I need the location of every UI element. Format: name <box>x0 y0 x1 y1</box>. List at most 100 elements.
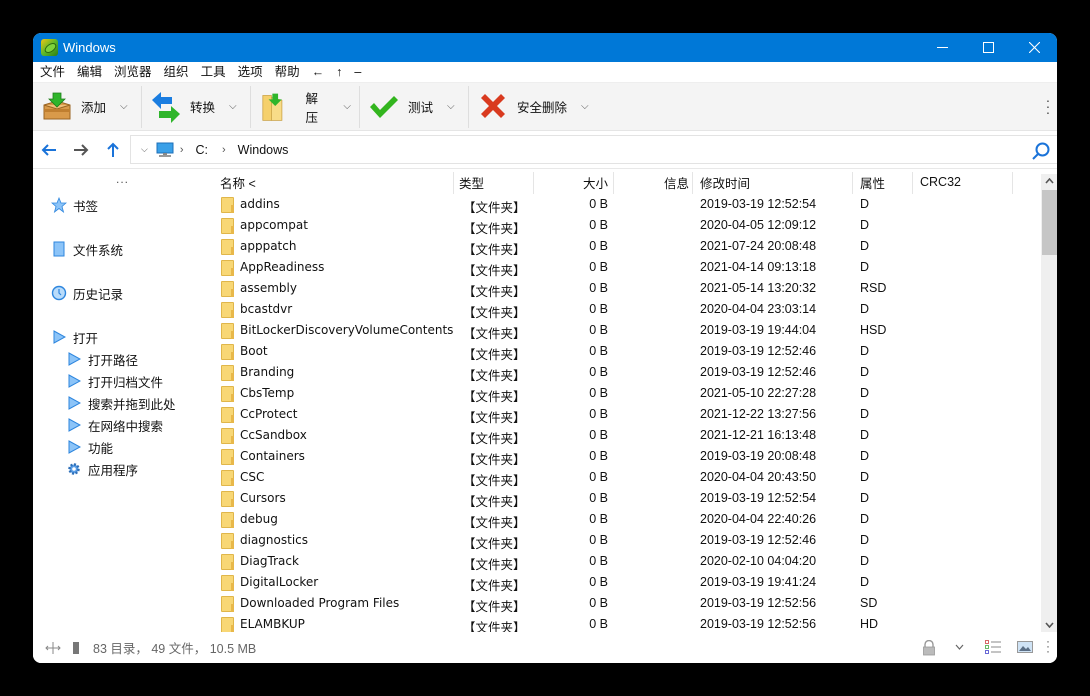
table-row[interactable]: AppReadiness 【文件夹】 0 B 2021-04-14 09:13:18 D <box>215 257 1040 278</box>
cell-type: 【文件夹】 <box>463 306 526 320</box>
table-row[interactable]: CbsTemp 【文件夹】 0 B 2021-05-10 22:27:28 D <box>215 383 1040 404</box>
column-divider[interactable] <box>453 172 454 194</box>
table-row[interactable]: CcProtect 【文件夹】 0 B 2021-12-22 13:27:56 D <box>215 404 1040 425</box>
sidebar-item-history[interactable]: 历史记录 <box>51 283 123 303</box>
column-header-crc32[interactable]: CRC32 <box>920 170 961 194</box>
menu-minimize-dash[interactable]: – <box>353 62 368 82</box>
column-header-type[interactable]: 类型 <box>459 170 484 194</box>
more-options-icon[interactable]: · · · <box>1045 635 1051 657</box>
scrollbar-thumb[interactable] <box>1042 190 1057 255</box>
table-row[interactable]: Cursors 【文件夹】 0 B 2019-03-19 12:52:54 D <box>215 488 1040 509</box>
computer-icon[interactable] <box>156 142 174 158</box>
column-divider[interactable] <box>692 172 693 194</box>
convert-button[interactable]: 转换 ⌵ <box>142 85 250 129</box>
preview-image-icon[interactable] <box>1017 641 1033 653</box>
close-button[interactable] <box>1011 33 1057 62</box>
table-row[interactable]: addins 【文件夹】 0 B 2019-03-19 12:52:54 D <box>215 194 1040 215</box>
column-header-name[interactable]: 名称 < <box>220 170 256 194</box>
menu-file[interactable]: 文件 <box>39 62 72 82</box>
table-row[interactable]: DiagTrack 【文件夹】 0 B 2020-02-10 04:04:20 D <box>215 551 1040 572</box>
menu-up-arrow[interactable]: ↑ <box>335 62 349 82</box>
history-dropdown-icon[interactable]: ⌵ <box>141 144 148 155</box>
chevron-down-icon[interactable] <box>955 644 964 650</box>
triangle-right-icon <box>66 351 82 367</box>
column-header-size[interactable]: 大小 <box>575 170 608 194</box>
column-divider[interactable] <box>1012 172 1013 194</box>
chevron-down-icon[interactable]: ⌵ <box>343 101 351 112</box>
menu-browser[interactable]: 浏览器 <box>113 62 159 82</box>
menu-back-arrow[interactable]: ← <box>311 62 332 82</box>
sidebar-subitem-open-archive[interactable]: 打开归档文件 <box>66 371 163 391</box>
chevron-down-icon[interactable]: ⌵ <box>447 101 455 112</box>
chevron-down-icon[interactable]: ⌵ <box>120 101 128 112</box>
table-row[interactable]: DigitalLocker 【文件夹】 0 B 2019-03-19 19:41:24… <box>215 572 1040 593</box>
sidebar-subitem-applications[interactable]: 应用程序 <box>66 459 138 479</box>
secure-delete-label: 安全删除 <box>517 101 568 115</box>
minimize-button[interactable] <box>919 33 965 62</box>
column-header-info[interactable]: 信息 <box>655 170 689 194</box>
more-options-icon[interactable]: · · · <box>1045 93 1051 119</box>
table-row[interactable]: ELAMBKUP 【文件夹】 0 B 2019-03-19 12:52:56 HD <box>215 614 1040 632</box>
maximize-button[interactable] <box>965 33 1011 62</box>
cell-name: CbsTemp <box>240 386 295 400</box>
test-button[interactable]: 测试 ⌵ <box>360 85 468 129</box>
sidebar-more-icon[interactable]: ... <box>116 172 129 186</box>
sidebar-item-open[interactable]: 打开 <box>51 327 98 347</box>
column-divider[interactable] <box>613 172 614 194</box>
table-row[interactable]: assembly 【文件夹】 0 B 2021-05-14 13:20:32 RSD <box>215 278 1040 299</box>
folder-icon <box>221 302 234 318</box>
file-list: 名称 < 类型 大小 信息 修改时间 属性 CRC32 addins 【文件夹】 0… <box>215 170 1040 632</box>
table-row[interactable]: Branding 【文件夹】 0 B 2019-03-19 12:52:46 D <box>215 362 1040 383</box>
sidebar-subitem-web-search[interactable]: 在网络中搜索 <box>66 415 163 435</box>
menu-help[interactable]: 帮助 <box>274 62 307 82</box>
folder-icon <box>221 554 234 570</box>
sidebar-subitem-search-drag[interactable]: 搜索并拖到此处 <box>66 393 176 413</box>
panel-toggle-icon[interactable] <box>73 641 79 654</box>
table-row[interactable]: diagnostics 【文件夹】 0 B 2019-03-19 12:52:46 D <box>215 530 1040 551</box>
forward-button[interactable] <box>65 134 97 166</box>
column-header-modified[interactable]: 修改时间 <box>700 170 750 194</box>
resize-split-icon[interactable] <box>45 641 61 655</box>
lock-icon[interactable] <box>922 640 936 656</box>
back-button[interactable] <box>33 134 65 166</box>
table-row[interactable]: Boot 【文件夹】 0 B 2019-03-19 12:52:46 D <box>215 341 1040 362</box>
table-row[interactable]: Containers 【文件夹】 0 B 2019-03-19 20:08:48 D <box>215 446 1040 467</box>
vertical-scrollbar[interactable] <box>1041 174 1057 632</box>
table-row[interactable]: CcSandbox 【文件夹】 0 B 2021-12-21 16:13:48 D <box>215 425 1040 446</box>
folder-icon <box>221 533 234 549</box>
table-row[interactable]: bcastdvr 【文件夹】 0 B 2020-04-04 23:03:14 D <box>215 299 1040 320</box>
breadcrumb-folder[interactable]: Windows <box>238 143 289 157</box>
address-bar[interactable]: ⌵ › C: › Windows <box>130 135 1057 164</box>
sidebar-subitem-features[interactable]: 功能 <box>66 437 113 457</box>
menu-edit[interactable]: 编辑 <box>76 62 109 82</box>
table-row[interactable]: CSC 【文件夹】 0 B 2020-04-04 20:43:50 D <box>215 467 1040 488</box>
table-row[interactable]: debug 【文件夹】 0 B 2020-04-04 22:40:26 D <box>215 509 1040 530</box>
column-header-attributes[interactable]: 属性 <box>860 170 885 194</box>
sidebar-item-file-system[interactable]: 文件系统 <box>51 239 123 259</box>
sidebar-subitem-open-path[interactable]: 打开路径 <box>66 349 138 369</box>
cell-attr: RSD <box>860 281 887 295</box>
table-row[interactable]: apppatch 【文件夹】 0 B 2021-07-24 20:08:48 D <box>215 236 1040 257</box>
scroll-down-icon[interactable] <box>1041 618 1057 632</box>
column-divider[interactable] <box>852 172 853 194</box>
chevron-down-icon[interactable]: ⌵ <box>229 101 237 112</box>
menu-options[interactable]: 选项 <box>237 62 270 82</box>
extract-button[interactable]: 解压 ⌵ <box>251 85 359 129</box>
star-icon <box>51 197 67 213</box>
table-row[interactable]: appcompat 【文件夹】 0 B 2020-04-05 12:09:12 D <box>215 215 1040 236</box>
search-icon[interactable] <box>1031 141 1051 161</box>
sidebar-item-bookmarks[interactable]: 书签 <box>51 195 98 215</box>
column-divider[interactable] <box>533 172 534 194</box>
breadcrumb-drive[interactable]: C: <box>196 143 209 157</box>
scroll-up-icon[interactable] <box>1041 174 1057 188</box>
secure-delete-button[interactable]: 安全删除 ⌵ <box>469 85 599 129</box>
menu-organize[interactable]: 组织 <box>163 62 196 82</box>
table-row[interactable]: Downloaded Program Files 【文件夹】 0 B 2019-03-… <box>215 593 1040 614</box>
table-row[interactable]: BitLockerDiscoveryVolumeContents 【文件夹】 0 B… <box>215 320 1040 341</box>
menu-tools[interactable]: 工具 <box>200 62 233 82</box>
chevron-down-icon[interactable]: ⌵ <box>581 101 589 112</box>
column-divider[interactable] <box>912 172 913 194</box>
up-button[interactable] <box>97 134 129 166</box>
add-button[interactable]: 添加 ⌵ <box>33 85 141 129</box>
details-view-icon[interactable] <box>985 640 1001 654</box>
